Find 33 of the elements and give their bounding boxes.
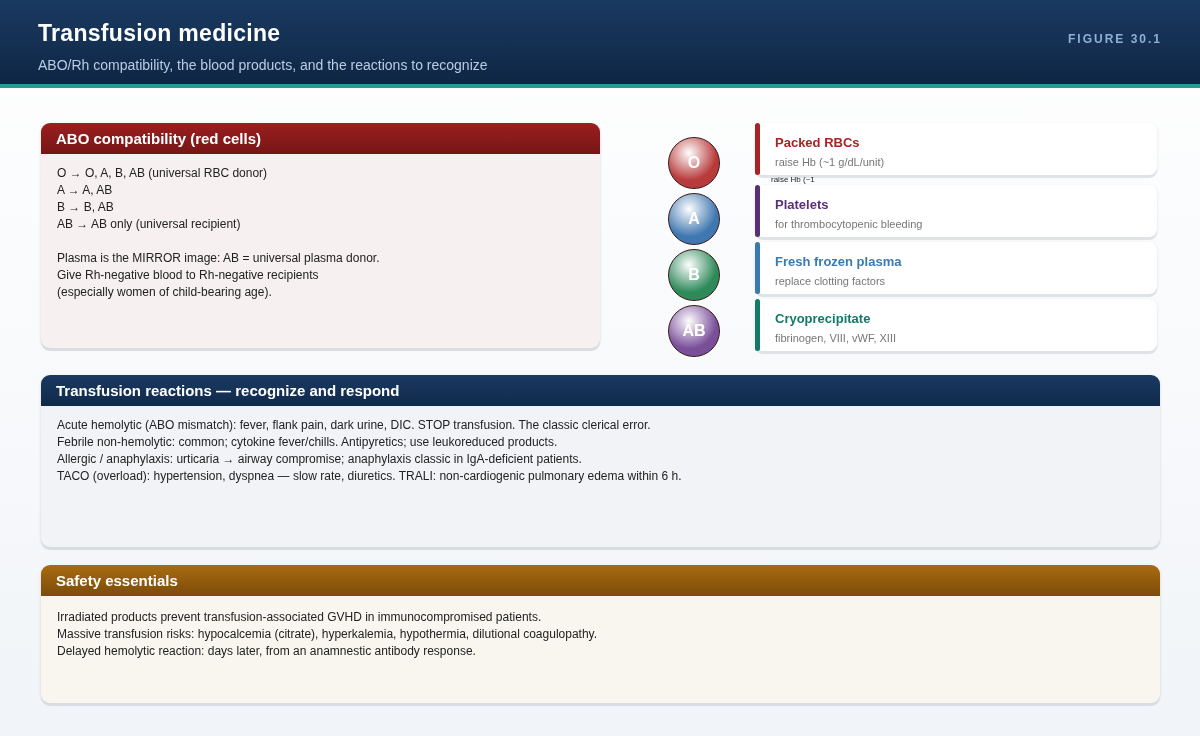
note-line: (especially women of child-bearing age). [57, 284, 273, 301]
product-detail: raise Hb (~1 g/dL/unit) [775, 156, 885, 168]
safety-line: Massive transfusion risks: hypocalcemia (citrate), hyperkalemia, hypothermia, dilutional coagulopathy. [57, 626, 599, 643]
page-subtitle: ABO/Rh compatibility, the blood products, and the reactions to recognize [38, 57, 488, 73]
compatibility-line: O → O, A, B, AB (universal RBC donor) [57, 165, 269, 182]
product-detail: replace clotting factors [775, 275, 887, 287]
product-name: Cryoprecipitate [775, 311, 872, 326]
page-title: Transfusion medicine [38, 20, 282, 47]
blood-group-circle: AB [668, 305, 720, 357]
product-name: Packed RBCs [775, 135, 861, 150]
overlapped-text: raise Hb (~1 [771, 175, 815, 185]
product-name: Platelets [775, 197, 830, 212]
blood-group-circle: A [668, 193, 720, 245]
safety-line: Irradiated products prevent transfusion-associated GVHD in immunocompromised patients. [57, 609, 543, 626]
safety-line: Delayed hemolytic reaction: days later, from an anamnestic antibody response. [57, 643, 477, 660]
product-detail: for thrombocytopenic bleeding [775, 218, 923, 230]
reaction-line: Febrile non-hemolytic: common; cytokine fever/chills. Antipyretics; use leukoreduced products. [57, 434, 559, 451]
product-name: Fresh frozen plasma [775, 254, 902, 269]
compatibility-line: AB → AB only (universal recipient) [57, 216, 242, 233]
reaction-line: TACO (overload): hypertension, dyspnea — slow rate, diuretics. TRALI: non-cardiogenic pulmonary edema within 6 h. [57, 468, 683, 485]
note-line: Plasma is the MIRROR image: AB = universal plasma donor. [57, 250, 381, 267]
reaction-line: Acute hemolytic (ABO mismatch): fever, flank pain, dark urine, DIC. STOP transfusion. The classic clerical error. [57, 417, 652, 434]
product-detail: fibrinogen, VIII, vWF, XIII [775, 332, 897, 344]
compatibility-line: A → A, AB [57, 182, 114, 199]
compatibility-line: B → B, AB [57, 199, 115, 216]
card-title: Safety essentials [41, 565, 1160, 596]
reaction-line: Allergic / anaphylaxis: urticaria → airway compromise; anaphylaxis classic in IgA-deficient patients. [57, 451, 583, 468]
card-title: Transfusion reactions — recognize and respond [41, 375, 1160, 406]
figure-label: FIGURE 30.1 [1067, 32, 1162, 46]
card-title: ABO compatibility (red cells) [41, 123, 600, 154]
blood-group-circle: B [668, 249, 720, 301]
note-line: Give Rh-negative blood to Rh-negative recipients [57, 267, 320, 284]
blood-group-circle: O [668, 137, 720, 189]
